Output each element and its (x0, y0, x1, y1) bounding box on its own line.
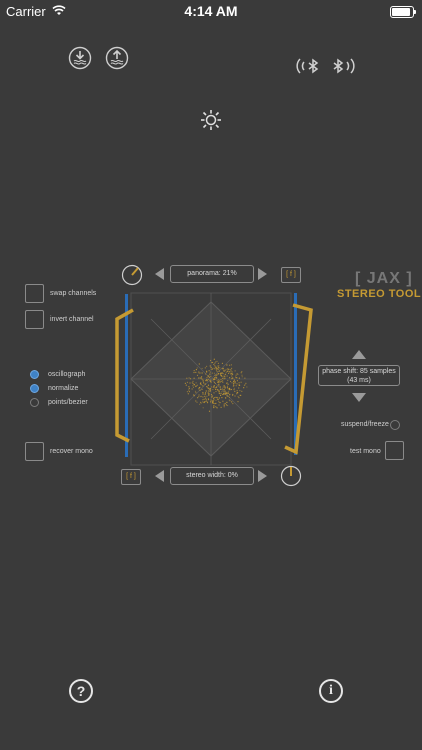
invert-channel-label: invert channel (50, 316, 94, 323)
panorama-knob[interactable] (121, 264, 143, 286)
normalize-label: normalize (48, 385, 79, 392)
stereo-scope (115, 292, 313, 466)
phase-shift-down-arrow[interactable] (352, 393, 366, 402)
panorama-decrease-arrow[interactable] (155, 268, 164, 280)
panorama-increase-arrow[interactable] (258, 268, 267, 280)
info-button[interactable]: i (319, 679, 343, 703)
swap-channels-label: swap channels (50, 290, 97, 297)
brand-logo-stereo-tool: STEREO TOOL (337, 288, 422, 300)
brightness-icon[interactable] (199, 108, 223, 132)
normalize-radio[interactable] (30, 384, 39, 393)
recover-mono-label: recover mono (50, 448, 93, 455)
scope-grid (131, 293, 291, 465)
phase-shift-samples: phase shift: 85 samples (322, 368, 396, 375)
stereo-width-knob[interactable] (280, 465, 302, 487)
width-increase-arrow[interactable] (258, 470, 267, 482)
battery-icon (390, 6, 416, 18)
top-f-button[interactable]: [ f ] (281, 267, 301, 283)
points-bezier-label: points/bezier (48, 399, 88, 406)
help-button[interactable]: ? (69, 679, 93, 703)
clock: 4:14 AM (184, 3, 238, 19)
download-icon[interactable] (68, 46, 92, 70)
bottom-f-button[interactable]: [ f ] (121, 469, 141, 485)
points-bezier-radio[interactable] (30, 398, 39, 407)
phase-shift-up-arrow[interactable] (352, 350, 366, 359)
status-bar: Carrier 4:14 AM (0, 0, 422, 22)
bluetooth-left-icon[interactable] (295, 55, 321, 77)
stereo-width-display: stereo width: 0% (170, 467, 254, 485)
phase-shift-display: phase shift: 85 samples (43 ms) (318, 365, 400, 386)
upload-icon[interactable] (105, 46, 129, 70)
oscillograph-label: oscillograph (48, 371, 86, 378)
test-mono-label: test mono (350, 448, 381, 455)
bluetooth-right-icon[interactable] (330, 55, 356, 77)
test-mono-checkbox[interactable] (385, 441, 404, 460)
suspend-freeze-radio[interactable] (390, 420, 400, 430)
swap-channels-checkbox[interactable] (25, 284, 44, 303)
left-channel-bar (125, 294, 128, 457)
panorama-display: panorama: 21% (170, 265, 254, 283)
phase-shift-ms: (43 ms) (347, 376, 371, 384)
invert-channel-checkbox[interactable] (25, 310, 44, 329)
width-decrease-arrow[interactable] (155, 470, 164, 482)
suspend-freeze-label: suspend/freeze (341, 421, 389, 428)
oscillograph-radio[interactable] (30, 370, 39, 379)
recover-mono-checkbox[interactable] (25, 442, 44, 461)
brand-logo-jax: [ JAX ] (355, 270, 413, 287)
